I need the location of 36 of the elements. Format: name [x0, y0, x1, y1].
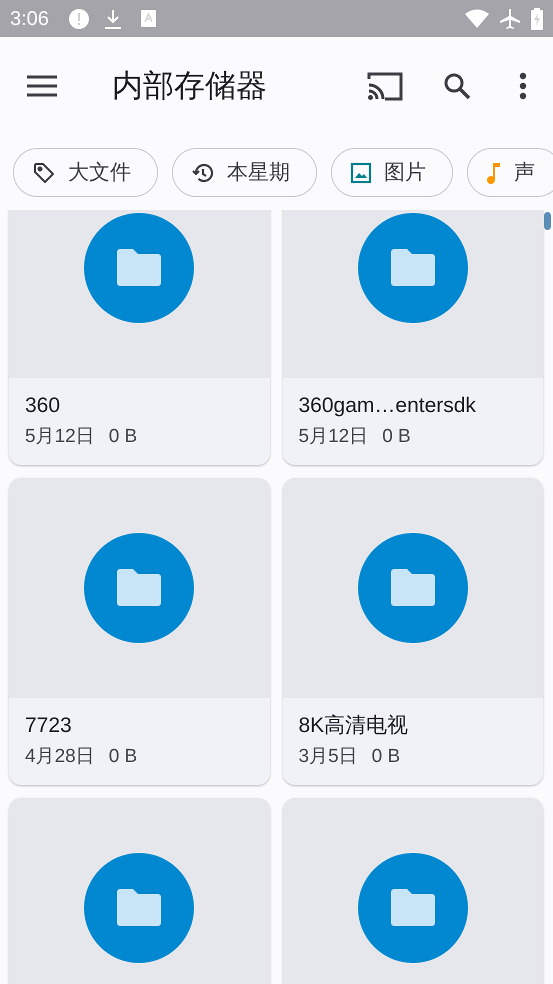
search-icon[interactable]: [443, 72, 471, 100]
filter-chip[interactable]: 声: [467, 148, 553, 197]
modified-date: 3月5日: [298, 745, 358, 769]
filter-chip[interactable]: 本星期: [172, 148, 317, 197]
menu-icon[interactable]: [26, 75, 58, 97]
filter-chip[interactable]: 图片: [331, 148, 453, 197]
file-size: 0 B: [372, 745, 400, 769]
keyboard-a-icon: [140, 10, 156, 27]
app-bar-title: 内部存储器: [112, 66, 267, 105]
more-options-icon[interactable]: [519, 72, 527, 100]
battery-icon: [531, 8, 543, 30]
status-time: 3:06: [10, 6, 49, 32]
folder-card[interactable]: 7723 4月28日 0 B: [9, 478, 270, 785]
cast-icon[interactable]: [367, 71, 403, 101]
image-icon: [350, 162, 372, 184]
folder-name: 8K高清电视: [298, 713, 410, 739]
file-size: 0 B: [108, 745, 138, 769]
music-note-icon: [486, 160, 502, 184]
file-size: 0 B: [108, 425, 138, 449]
folder-card[interactable]: 8K高清电视 3月5日 0 B: [282, 478, 543, 785]
folder-card[interactable]: 360 5月12日 0 B: [9, 210, 270, 465]
folder-name: 360gam…entersdk: [298, 393, 477, 419]
modified-date: 5月12日: [298, 425, 368, 449]
tag-icon: [32, 160, 56, 184]
folder-name: 360: [25, 393, 62, 419]
modified-date: 4月28日: [25, 745, 95, 769]
filter-chip[interactable]: 大文件: [13, 148, 158, 197]
folder-name: 7723: [25, 713, 73, 739]
download-icon: [104, 8, 121, 28]
wifi-icon: [465, 8, 489, 28]
scrollbar-thumb[interactable]: [544, 212, 551, 230]
alert-icon: [68, 8, 89, 28]
modified-date: 5月12日: [25, 425, 95, 449]
airplane-icon: [499, 8, 521, 30]
file-size: 0 B: [382, 425, 411, 449]
folder-card[interactable]: 360gam…entersdk 5月12日 0 B: [282, 210, 543, 465]
